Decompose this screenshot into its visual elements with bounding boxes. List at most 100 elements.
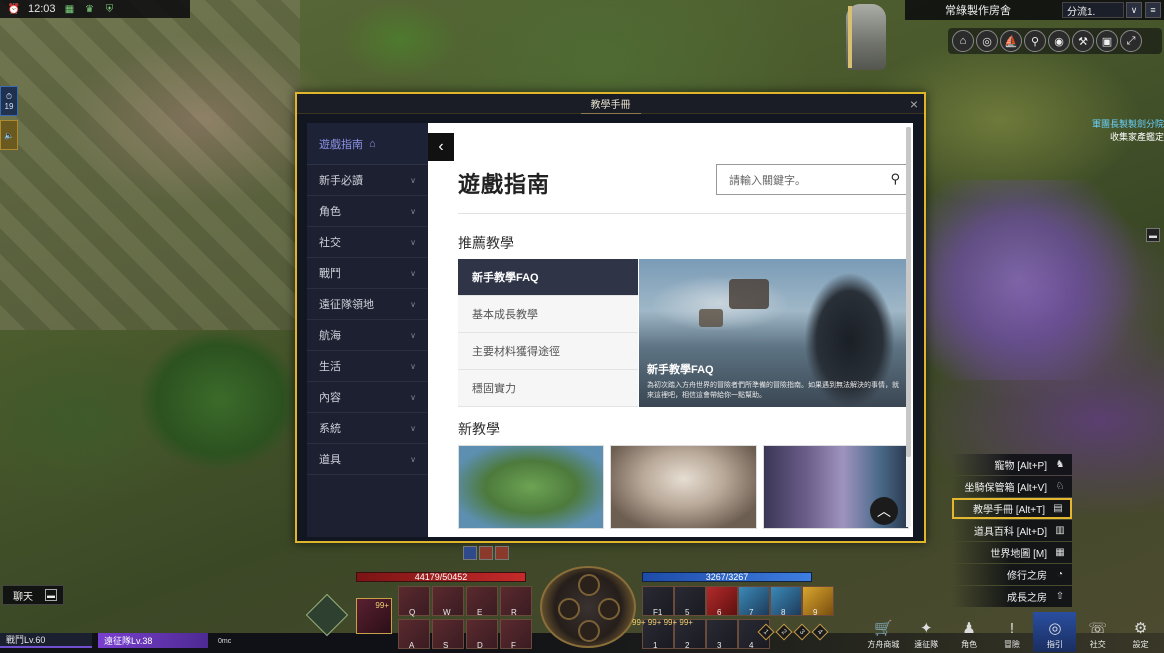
chest-icon[interactable]: ▣ xyxy=(1096,30,1118,52)
shield-icon[interactable]: ⛨ xyxy=(104,3,116,15)
chevron-down-icon: ∨ xyxy=(410,361,416,371)
quickslot-diamond[interactable]: 3 xyxy=(793,623,811,641)
recommended-item[interactable]: 新手教學FAQ xyxy=(458,259,638,296)
item-slot[interactable]: 5 xyxy=(674,586,706,617)
recommended-item[interactable]: 主要材料獲得途徑 xyxy=(458,333,638,370)
tutorial-thumbnail[interactable] xyxy=(458,445,605,529)
crown-icon[interactable]: ♛ xyxy=(84,3,96,15)
skill-slot[interactable]: W xyxy=(432,586,464,617)
sidebar-item[interactable]: 生活 ∨ xyxy=(307,351,428,382)
search-input[interactable]: 請輸入關鍵字。 ⚲ xyxy=(716,164,909,195)
search-people-icon[interactable]: ⚲ xyxy=(1024,30,1046,52)
chevron-down-icon: ∨ xyxy=(410,268,416,278)
main-menu-item[interactable]: ! 冒險 xyxy=(991,612,1034,652)
chat-button[interactable]: 聊天 ▬ xyxy=(2,585,64,605)
buff-icon[interactable] xyxy=(479,546,493,560)
main-menu-item[interactable]: ☏ 社交 xyxy=(1076,612,1119,652)
sidebar-item[interactable]: 角色 ∨ xyxy=(307,196,428,227)
quick-menu-item[interactable]: 坐騎保管箱 [Alt+V] ♘ xyxy=(952,476,1072,497)
sidebar-item[interactable]: 遠征隊領地 ∨ xyxy=(307,289,428,320)
item-slot[interactable]: 7 xyxy=(738,586,770,617)
main-menu-item[interactable]: ✦ 遠征隊 xyxy=(905,612,948,652)
skill-slot[interactable]: F xyxy=(500,619,532,650)
sidebar-item[interactable]: 新手必讀 ∨ xyxy=(307,165,428,196)
chevron-down-icon[interactable]: ∨ xyxy=(1126,2,1142,18)
skill-key: F xyxy=(511,641,516,650)
buff-icons xyxy=(463,546,509,560)
item-slot[interactable]: 3 xyxy=(706,619,738,650)
expand-icon[interactable]: ⤢ xyxy=(1120,30,1142,52)
skill-slot[interactable]: S xyxy=(432,619,464,650)
recommended-list: 新手教學FAQ 基本成長教學 主要材料獲得途徑 穩固實力 xyxy=(458,259,638,407)
quick-menu-item[interactable]: 成長之房 ⇧ xyxy=(952,586,1072,607)
recommended-item[interactable]: 穩固實力 xyxy=(458,370,638,407)
item-slot[interactable]: 8 xyxy=(770,586,802,617)
quickslot-diamond[interactable]: 1 xyxy=(757,623,775,641)
recommended-banner[interactable]: 新手教學FAQ 為初次踏入方舟世界的冒險者們所準備的冒險指南。如果遇到無法解決的… xyxy=(639,259,909,407)
skill-slot[interactable]: E xyxy=(466,586,498,617)
sidebar-item[interactable]: 道具 ∨ xyxy=(307,444,428,475)
item-slot[interactable]: 9 xyxy=(802,586,834,617)
main-menu-item[interactable]: ♟ 角色 xyxy=(948,612,991,652)
sidebar-item[interactable]: 戰鬥 ∨ xyxy=(307,258,428,289)
quick-menu-label: 修行之房 xyxy=(1007,571,1047,582)
camera-icon[interactable]: ◉ xyxy=(1048,30,1070,52)
sidebar-item[interactable]: 系統 ∨ xyxy=(307,413,428,444)
main-menu-item[interactable]: ◎ 指引 xyxy=(1033,612,1077,652)
sidebar-item-label: 系統 xyxy=(319,423,341,435)
quick-menu-item[interactable]: 道具百科 [Alt+D] ▥ xyxy=(952,520,1072,541)
slot-key: 7 xyxy=(749,608,754,617)
quick-menu-item[interactable]: 寵物 [Alt+P] ♞ xyxy=(952,454,1072,475)
stronghold-icon[interactable]: ⌂ xyxy=(952,30,974,52)
quick-menu-item[interactable]: 修行之房 ◔ xyxy=(952,564,1072,585)
compass-icon[interactable]: ◎ xyxy=(976,30,998,52)
sidebar-item[interactable]: 內容 ∨ xyxy=(307,382,428,413)
skill-slot[interactable]: R xyxy=(500,586,532,617)
calendar-icon[interactable]: ▦ xyxy=(64,3,76,15)
search-icon[interactable]: ⚲ xyxy=(890,171,900,187)
sidebar-header[interactable]: 遊戲指南 ⌂ xyxy=(307,123,428,165)
skill-key: R xyxy=(511,608,517,617)
quickslot-diamond[interactable]: 4 xyxy=(811,623,829,641)
identity-orb xyxy=(598,598,620,620)
skill-slot[interactable]: A xyxy=(398,619,430,650)
title-ornament xyxy=(580,110,641,114)
collapse-icon[interactable]: ▬ xyxy=(1146,228,1160,242)
skill-key: W xyxy=(443,608,451,617)
sidebar-item[interactable]: 社交 ∨ xyxy=(307,227,428,258)
scrollbar-thumb[interactable] xyxy=(906,127,911,457)
timer-icon[interactable]: ⏱ 19 xyxy=(0,86,18,116)
boat-icon[interactable]: ⛵ xyxy=(1000,30,1022,52)
hammer-icon[interactable]: ⚒ xyxy=(1072,30,1094,52)
pet-icon: ♞ xyxy=(1055,459,1065,470)
recommended-item[interactable]: 基本成長教學 xyxy=(458,296,638,333)
divider xyxy=(458,213,909,214)
pet-icon[interactable] xyxy=(305,593,349,637)
sidebar-item-label: 航海 xyxy=(319,330,341,342)
sidebar-item[interactable]: 航海 ∨ xyxy=(307,320,428,351)
scrollbar[interactable] xyxy=(906,127,911,527)
tutorial-thumbnail[interactable] xyxy=(610,445,757,529)
window-title-bar[interactable]: 教學手冊 × xyxy=(297,94,924,114)
page-title: 遊戲指南 xyxy=(458,172,551,197)
potion-slot[interactable]: 99+ xyxy=(356,598,392,634)
scroll-to-top-button[interactable]: ︿ xyxy=(870,497,898,525)
main-menu-item[interactable]: 🛒 方舟商城 xyxy=(862,612,905,652)
alarm-icon[interactable]: ⏰ xyxy=(8,3,20,15)
skill-slot[interactable]: Q xyxy=(398,586,430,617)
quick-menu-item[interactable]: 世界地圖 [M] ▦ xyxy=(952,542,1072,563)
skill-slot[interactable]: D xyxy=(466,619,498,650)
back-button[interactable]: ‹ xyxy=(428,133,454,161)
menu-icon[interactable]: ≡ xyxy=(1145,2,1161,18)
minimize-icon[interactable]: ▬ xyxy=(45,589,57,601)
quickslot-diamond[interactable]: 2 xyxy=(775,623,793,641)
main-menu-item[interactable]: ⚙ 設定 xyxy=(1119,612,1162,652)
item-slot[interactable]: F1 xyxy=(642,586,674,617)
item-slot[interactable]: 6 xyxy=(706,586,738,617)
close-icon[interactable]: × xyxy=(910,96,918,112)
buff-icon[interactable] xyxy=(463,546,477,560)
channel-select[interactable]: 分流1. xyxy=(1062,2,1124,18)
speaker-icon[interactable]: 🔈 xyxy=(0,120,18,150)
quick-menu-item[interactable]: 教學手冊 [Alt+T] ▤ xyxy=(952,498,1072,519)
buff-icon[interactable] xyxy=(495,546,509,560)
